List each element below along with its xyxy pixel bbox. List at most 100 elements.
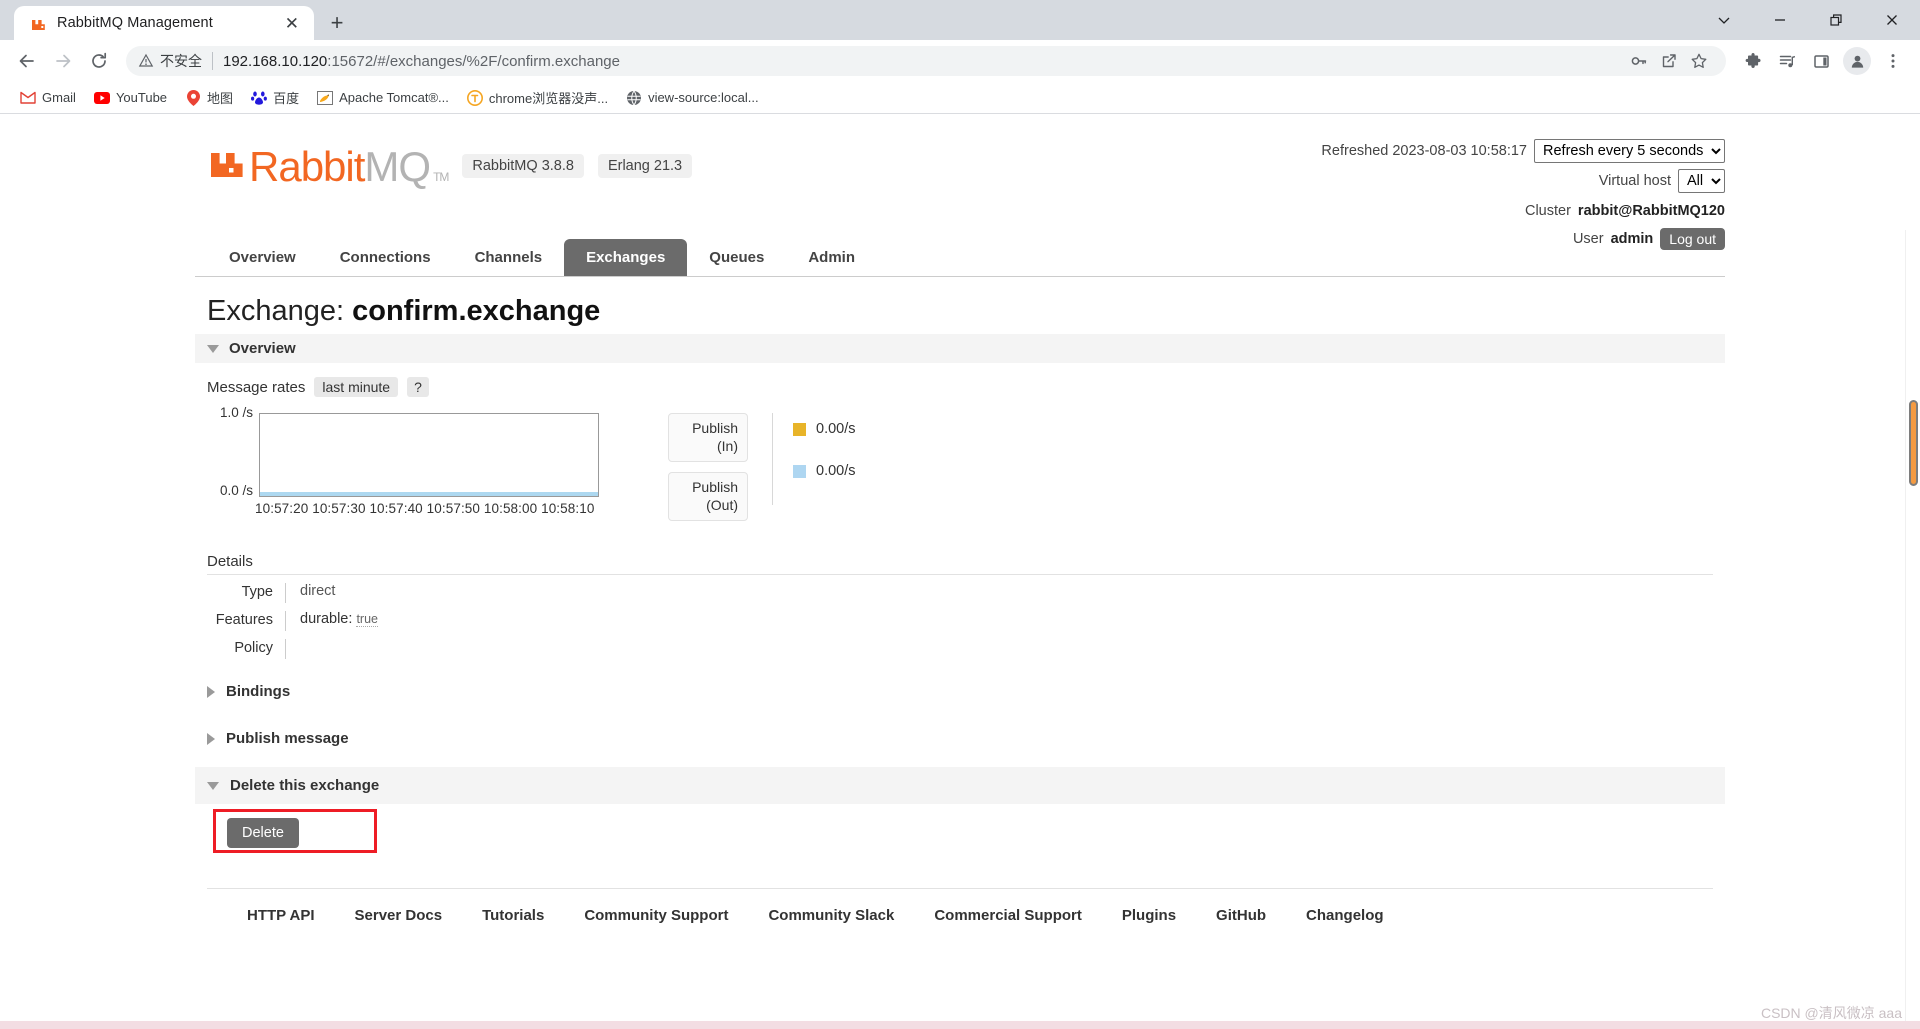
bookmarks-bar: Gmail YouTube 地图 百度 Apache Tomcat®... ch…: [0, 82, 1920, 114]
close-icon[interactable]: [1864, 0, 1920, 40]
rate-button-publish-out[interactable]: Publish (Out): [668, 472, 748, 521]
generic-orange-icon: [466, 89, 483, 106]
bookmark-baidu[interactable]: 百度: [243, 84, 307, 111]
legend-divider: [772, 413, 773, 505]
tab-overview[interactable]: Overview: [207, 239, 318, 276]
bookmark-label: chrome浏览器没声...: [488, 91, 609, 106]
message-rates-label: Message rates: [207, 378, 306, 396]
x-tick-label: 10:58:10: [541, 501, 595, 516]
scrollbar-thumb[interactable]: [1909, 400, 1918, 486]
x-tick-label: 10:57:40: [369, 501, 423, 516]
bookmark-label: Apache Tomcat®...: [339, 90, 449, 105]
star-icon[interactable]: [1684, 46, 1714, 76]
vhost-select[interactable]: All: [1678, 169, 1725, 193]
feature-key: durable:: [300, 611, 353, 627]
logo-rabbit-text: Rabbit: [249, 143, 365, 190]
tab-close-icon[interactable]: ✕: [282, 15, 302, 32]
side-panel-icon[interactable]: [1804, 44, 1838, 78]
baidu-icon: [251, 90, 267, 106]
footer-link-commercial-support[interactable]: Commercial Support: [934, 907, 1082, 924]
forward-icon[interactable]: [46, 44, 80, 78]
browser-tab[interactable]: RabbitMQ Management ✕: [14, 6, 314, 40]
share-icon[interactable]: [1654, 46, 1684, 76]
watermark: CSDN @清风微凉 aaa: [1760, 1005, 1902, 1021]
legend-item-publish-out: 0.00/s: [793, 463, 856, 479]
browser-window: RabbitMQ Management ✕ + 不安全 192.168.10.1…: [0, 0, 1920, 1029]
bookmark-label: Gmail: [42, 90, 76, 105]
delete-button[interactable]: Delete: [227, 818, 299, 848]
details-row-type: Type direct: [207, 583, 1713, 603]
profile-avatar-icon[interactable]: [1843, 47, 1871, 75]
back-icon[interactable]: [10, 44, 44, 78]
section-publish-message-header[interactable]: Publish message: [195, 720, 1725, 757]
url-text: 192.168.10.120:15672/#/exchanges/%2F/con…: [223, 53, 620, 70]
restore-icon[interactable]: [1808, 0, 1864, 40]
google-maps-icon: [185, 89, 201, 106]
gmail-icon: [20, 90, 36, 106]
tab-exchanges[interactable]: Exchanges: [564, 239, 688, 276]
bookmark-chrome-sound[interactable]: chrome浏览器没声...: [459, 84, 616, 111]
chevron-down-icon: [207, 344, 219, 353]
tab-queues[interactable]: Queues: [687, 239, 786, 276]
help-icon[interactable]: ?: [407, 377, 429, 397]
tab-connections[interactable]: Connections: [318, 239, 453, 276]
details-row-features: Features durable: true: [207, 611, 1713, 631]
logout-button[interactable]: Log out: [1660, 228, 1725, 250]
footer-link-plugins[interactable]: Plugins: [1122, 907, 1176, 924]
key-icon[interactable]: [1624, 46, 1654, 76]
bookmark-label: 地图: [207, 91, 234, 106]
erlang-version-badge: Erlang 21.3: [597, 154, 693, 178]
bookmark-youtube[interactable]: YouTube: [86, 86, 175, 110]
browser-titlebar: RabbitMQ Management ✕ +: [0, 0, 1920, 40]
minimize-icon[interactable]: [1752, 0, 1808, 40]
header-right-panel: Refreshed 2023-08-03 10:58:17 Refresh ev…: [1321, 139, 1725, 255]
new-tab-button[interactable]: +: [320, 6, 354, 40]
footer-link-github[interactable]: GitHub: [1216, 907, 1266, 924]
footer-link-community-support[interactable]: Community Support: [584, 907, 728, 924]
feature-value: true: [356, 612, 378, 627]
vhost-row: Virtual host All: [1321, 169, 1725, 193]
section-bindings-header[interactable]: Bindings: [195, 673, 1725, 710]
chevron-down-icon[interactable]: [1696, 0, 1752, 40]
bookmark-label: view-source:local...: [648, 90, 759, 105]
section-delete-exchange-label: Delete this exchange: [230, 777, 380, 794]
rabbitmq-logo[interactable]: Rabbit MQ TM: [207, 141, 449, 191]
bookmark-tomcat[interactable]: Apache Tomcat®...: [309, 86, 457, 110]
tab-channels[interactable]: Channels: [453, 239, 565, 276]
footer-link-tutorials[interactable]: Tutorials: [482, 907, 544, 924]
bookmark-view-source[interactable]: view-source:local...: [618, 86, 767, 110]
logo-tm-text: TM: [433, 170, 449, 184]
delete-exchange-body: Delete: [195, 804, 1725, 860]
extensions-puzzle-icon[interactable]: [1736, 44, 1770, 78]
cluster-row: Cluster rabbit@RabbitMQ120: [1321, 199, 1725, 223]
footer-link-changelog[interactable]: Changelog: [1306, 907, 1384, 924]
chart-plot-area: [259, 413, 599, 497]
footer-link-http-api[interactable]: HTTP API: [247, 907, 315, 924]
message-rates-period[interactable]: last minute: [314, 377, 399, 397]
refreshed-label: Refreshed 2023-08-03 10:58:17: [1321, 143, 1527, 159]
rate-button-publish-in[interactable]: Publish (In): [668, 413, 748, 462]
page-scrollbar[interactable]: [1905, 230, 1920, 1029]
user-row: User admin Log out: [1321, 227, 1725, 251]
footer-link-server-docs[interactable]: Server Docs: [355, 907, 443, 924]
chevron-down-icon: [207, 781, 219, 790]
youtube-icon: [93, 90, 110, 106]
section-delete-exchange-header[interactable]: Delete this exchange: [195, 767, 1725, 804]
details-value: direct: [285, 583, 335, 603]
reload-icon[interactable]: [82, 44, 116, 78]
user-value: admin: [1610, 231, 1654, 247]
bookmark-maps[interactable]: 地图: [177, 84, 241, 111]
details-label: Features: [215, 612, 273, 628]
three-dot-menu-icon[interactable]: [1876, 44, 1910, 78]
refresh-interval-select[interactable]: Refresh every 5 seconds: [1534, 139, 1725, 163]
tab-admin[interactable]: Admin: [786, 239, 877, 276]
details-label: Policy: [234, 640, 273, 656]
media-list-icon[interactable]: [1770, 44, 1804, 78]
bottom-strip: [0, 1021, 1920, 1029]
message-rates-row: Message rates last minute ?: [195, 363, 1725, 397]
address-bar[interactable]: 不安全 192.168.10.120:15672/#/exchanges/%2F…: [126, 46, 1726, 76]
section-overview-header[interactable]: Overview: [195, 334, 1725, 363]
footer-link-community-slack[interactable]: Community Slack: [768, 907, 894, 924]
tomcat-icon: [317, 90, 334, 106]
bookmark-gmail[interactable]: Gmail: [12, 86, 84, 110]
